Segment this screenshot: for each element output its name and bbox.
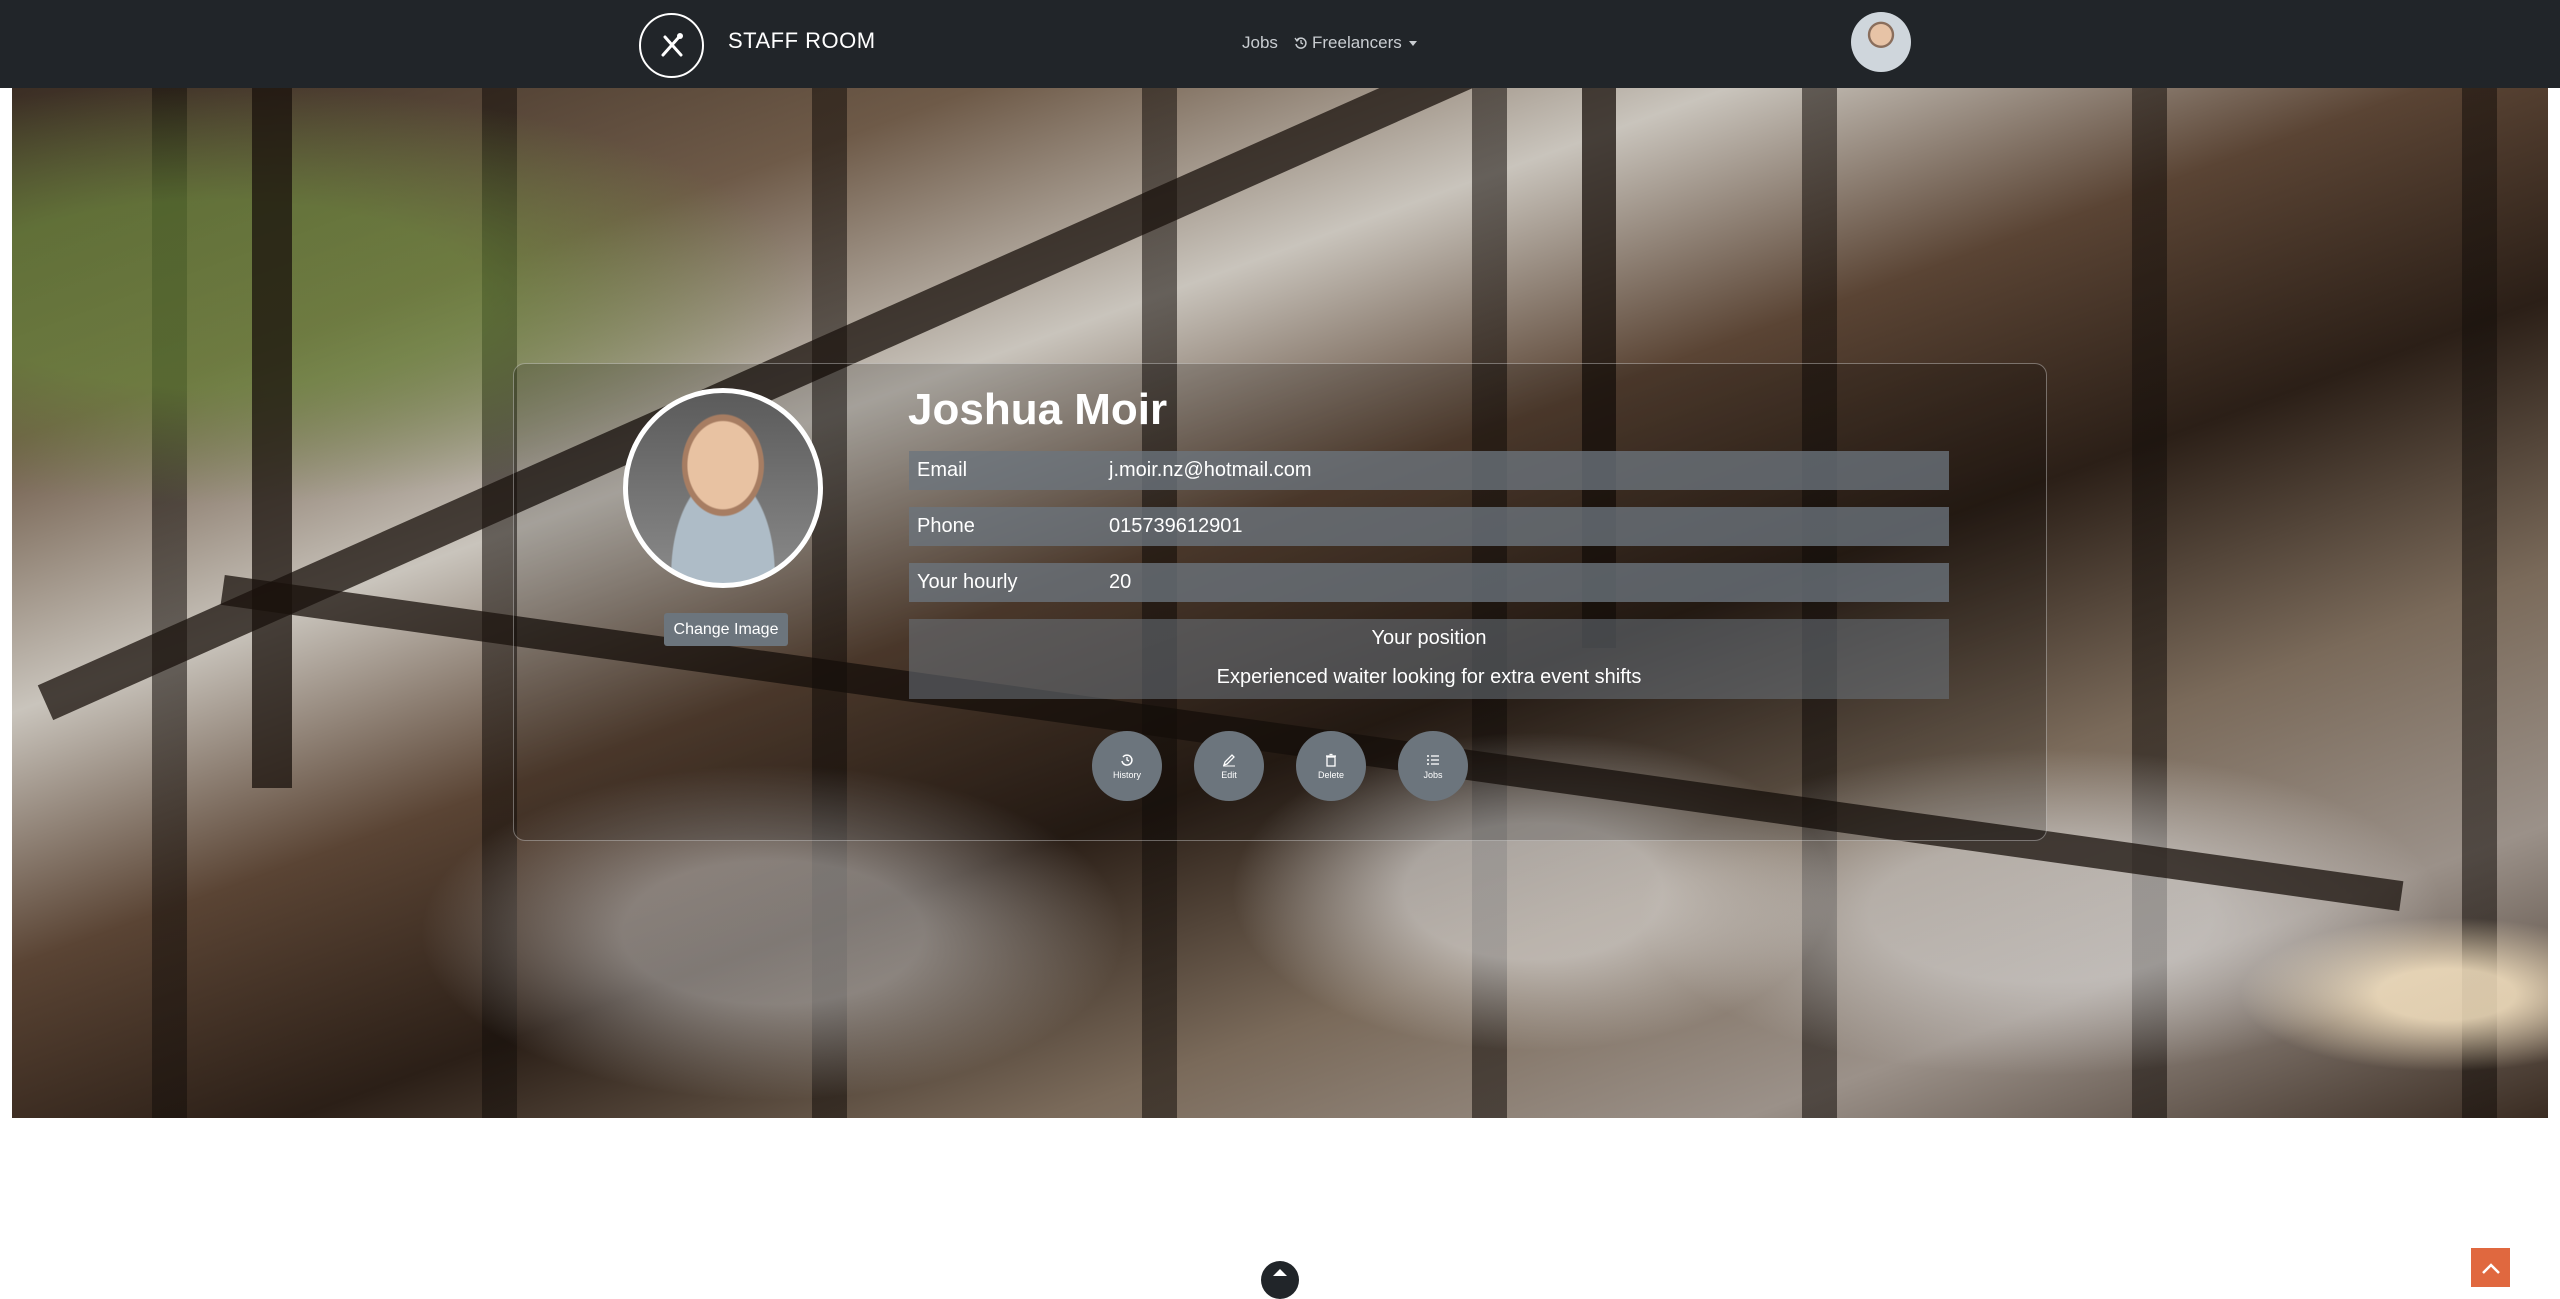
- edit-label: Edit: [1221, 769, 1237, 780]
- position-title: Your position: [1371, 627, 1487, 649]
- delete-label: Delete: [1317, 769, 1344, 780]
- scroll-up-button[interactable]: [1261, 1261, 1299, 1299]
- crossed-utensils-icon: [661, 32, 683, 56]
- position-text: Experienced waiter looking for extra eve…: [1216, 666, 1642, 688]
- history-icon: [1294, 37, 1307, 49]
- user-avatar[interactable]: [1851, 12, 1911, 72]
- hourly-value: 20: [1109, 571, 1132, 593]
- chevron-up-icon: [2481, 1262, 2500, 1274]
- chevron-up-icon: [1273, 1269, 1287, 1276]
- delete-button[interactable]: Delete: [1296, 731, 1366, 801]
- decorative-beam: [252, 88, 292, 788]
- top-navbar: STAFF ROOM Jobs Freelancers: [0, 0, 2560, 88]
- back-to-top-button[interactable]: [2471, 1248, 2510, 1287]
- history-icon: [1121, 753, 1133, 766]
- email-field: Email j.moir.nz@hotmail.com: [909, 451, 1949, 490]
- list-icon: [1427, 754, 1439, 765]
- nav-freelancers-dropdown[interactable]: Freelancers: [1294, 33, 1417, 53]
- brand-name[interactable]: STAFF ROOM: [728, 28, 876, 54]
- phone-field: Phone 015739612901: [909, 507, 1949, 546]
- email-value: j.moir.nz@hotmail.com: [1109, 459, 1312, 481]
- change-image-button[interactable]: Change Image: [664, 613, 788, 646]
- nav-freelancers-label: Freelancers: [1312, 33, 1402, 52]
- hourly-field: Your hourly 20: [909, 563, 1949, 602]
- phone-value: 015739612901: [1109, 515, 1243, 537]
- edit-button[interactable]: Edit: [1194, 731, 1264, 801]
- phone-label: Phone: [917, 515, 975, 537]
- jobs-button[interactable]: Jobs: [1398, 731, 1468, 801]
- email-label: Email: [917, 459, 968, 481]
- nav-jobs-link[interactable]: Jobs: [1242, 33, 1278, 53]
- profile-picture: [623, 388, 823, 588]
- history-button[interactable]: History: [1092, 731, 1162, 801]
- trash-icon: [1326, 753, 1336, 767]
- history-label: History: [1112, 769, 1141, 780]
- brand-logo[interactable]: [639, 13, 704, 78]
- position-section: Your position Experienced waiter looking…: [909, 619, 1949, 699]
- jobs-label: Jobs: [1423, 769, 1443, 780]
- pencil-icon: [1222, 753, 1235, 766]
- hourly-label: Your hourly: [917, 571, 1018, 593]
- chevron-down-icon: [1408, 40, 1417, 46]
- profile-name: Joshua Moir: [908, 385, 1168, 434]
